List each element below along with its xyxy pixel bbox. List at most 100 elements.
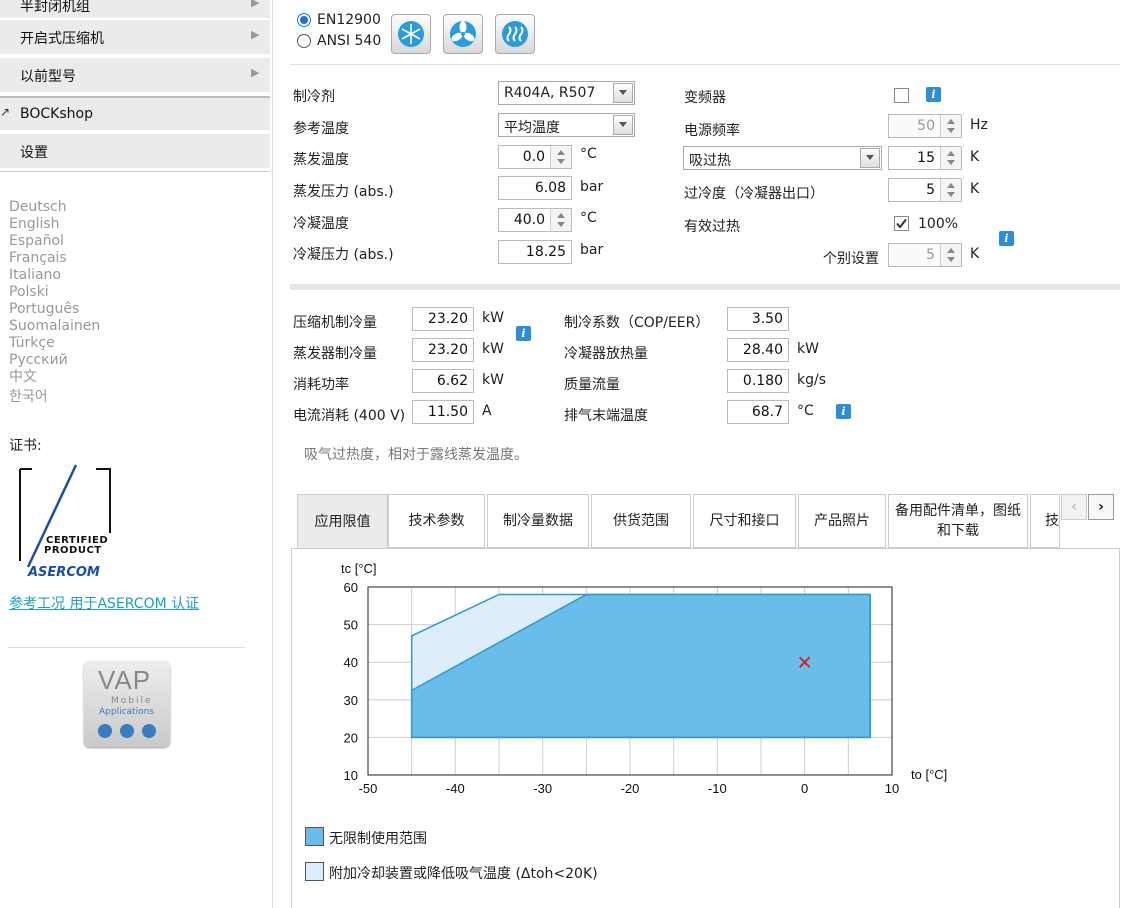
discharge-label: 排气末端温度 [564,408,648,424]
vap-icons [96,723,158,739]
tab-capacity-data[interactable]: 制冷量数据 [487,494,589,548]
lang-ko[interactable]: 한국어 [9,389,48,406]
cond-temp-input[interactable]: 40.0 [498,208,572,232]
cond-rej-output: 28.40 [727,338,789,362]
info-icon[interactable]: i [516,326,531,341]
asercom-text: ASERCOM [28,565,100,580]
sidebar-item-bockshop[interactable]: ↗ BOCKshop [0,96,270,132]
sidebar-item-label: 半封闭机组 [20,0,90,15]
radio-en12900-label: EN12900 [317,12,381,28]
evap-press-output: 6.08 [498,176,572,200]
sidebar-item-open-compressor[interactable]: 开启式压缩机 ▶ [0,20,270,56]
x-tick-label: 10 [885,781,899,796]
individual-unit: K [970,246,980,262]
snowflake-icon[interactable] [391,14,431,54]
info-icon[interactable]: i [836,404,851,419]
radio-en12900[interactable] [297,13,311,27]
freq-value: 50 [917,118,935,134]
fan-icon[interactable] [443,14,483,54]
y-axis-label: tc [°C] [341,561,377,576]
subcool-unit: K [970,181,980,197]
heat-icon[interactable] [495,14,535,54]
lang-zh[interactable]: 中文 [9,369,37,386]
evap-temp-value: 0.0 [522,149,545,165]
tab-label: 备用配件清单，图纸和下载 [895,503,1021,539]
lang-pt[interactable]: Português [9,301,79,318]
x-tick-label: -30 [533,781,552,796]
asercom-link[interactable]: 参考工况 用于ASERCOM 认证 [9,593,199,613]
evap-temp-unit: °C [580,146,597,162]
lang-pl[interactable]: Polski [9,284,49,301]
power-label: 消耗功率 [293,377,349,393]
evap-press-label: 蒸发压力 (abs.) [293,184,394,200]
lang-ru[interactable]: Русский [9,352,68,369]
superheat-select-value: 吸过热 [689,153,731,169]
lang-fi[interactable]: Suomalainen [9,318,100,335]
lang-de[interactable]: Deutsch [9,199,67,216]
cop-output: 3.50 [727,307,789,331]
y-tick-label: 60 [344,580,358,595]
y-tick-label: 20 [344,730,358,745]
tab-scroll-right-button[interactable]: › [1088,494,1114,520]
tab-spare-parts[interactable]: 备用配件清单，图纸和下载 [888,494,1028,548]
legend-swatch-additional-cooling [305,862,324,881]
y-tick-label: 10 [344,768,358,783]
superheat-value: 15 [917,150,935,166]
spinner-icon[interactable] [940,244,961,266]
comp-cap-unit: kW [482,310,504,326]
eff-superheat-checkbox[interactable] [894,216,909,231]
spinner-icon[interactable] [940,115,961,137]
vap-title: VAP [98,665,152,695]
tab-label: 供货范围 [613,513,669,529]
evap-cap-label: 蒸发器制冷量 [293,346,377,362]
tab-application-limits[interactable]: 应用限值 [297,494,388,549]
info-icon[interactable]: i [926,87,941,102]
lang-es[interactable]: Español [9,233,64,250]
cond-press-label: 冷凝压力 (abs.) [293,247,394,263]
superheat-select[interactable]: 吸过热 [683,146,882,170]
spinner-icon[interactable] [550,209,571,231]
superheat-input[interactable]: 15 [888,146,962,170]
lang-en[interactable]: English [9,216,60,233]
inverter-label: 变频器 [684,90,726,106]
sidebar-item-settings[interactable]: 设置 [0,134,270,170]
lang-fr[interactable]: Français [9,250,67,267]
spinner-icon[interactable] [940,179,961,201]
tab-dimensions[interactable]: 尺寸和接口 [693,494,796,548]
discharge-output: 68.7 [727,400,789,424]
tab-technical-data[interactable]: 技术参数 [388,494,485,548]
tab-scroll-left-button[interactable]: ‹ [1061,494,1087,520]
evap-temp-input[interactable]: 0.0 [498,145,572,169]
tab-scope-of-supply[interactable]: 供货范围 [591,494,691,548]
lang-it[interactable]: Italiano [9,267,61,284]
sidebar-item-semi-hermetic[interactable]: 半封闭机组 ▶ [0,0,270,20]
tab-overflow[interactable]: 技 [1030,494,1060,548]
chevron-down-icon [613,115,633,135]
chevron-right-icon: ▶ [251,66,260,79]
reftemp-select[interactable]: 平均温度 [498,113,635,137]
cond-rej-label: 冷凝器放热量 [564,346,648,362]
tab-label: 制冷量数据 [503,513,573,529]
cond-press-unit: bar [580,242,604,258]
individual-input[interactable]: 5 [888,243,962,267]
freq-input[interactable]: 50 [888,114,962,138]
vap-mobile-app-logo[interactable]: VAP Mobile Applications [84,661,170,747]
section-divider [290,284,1120,290]
cond-press-output: 18.25 [498,240,572,264]
inverter-checkbox[interactable] [894,88,909,103]
subcool-input[interactable]: 5 [888,178,962,202]
spinner-icon[interactable] [550,146,571,168]
superheat-unit: K [970,149,980,165]
tab-product-photos[interactable]: 产品照片 [798,494,886,548]
info-icon[interactable]: i [999,231,1014,246]
spinner-icon[interactable] [940,147,961,169]
x-tick-label: -20 [621,781,640,796]
radio-ansi540[interactable] [297,34,311,48]
mass-label: 质量流量 [564,377,620,393]
refrigerant-select[interactable]: R404A, R507 [498,81,635,105]
freq-unit: Hz [970,117,988,133]
superheat-note: 吸气过热度，相对于露线蒸发温度。 [304,447,528,463]
lang-tr[interactable]: Türkçe [9,335,55,352]
sidebar-item-previous-models[interactable]: 以前型号 ▶ [0,58,270,94]
discharge-unit: °C [797,403,814,419]
